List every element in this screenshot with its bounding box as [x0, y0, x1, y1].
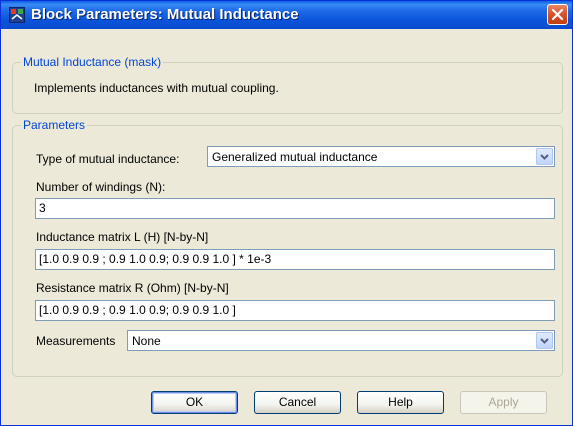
mask-description: Implements inductances with mutual coupl…	[34, 81, 279, 95]
type-of-mutual-inductance-label: Type of mutual inductance:	[36, 152, 180, 166]
resistance-matrix-label: Resistance matrix R (Ohm) [N-by-N]	[36, 281, 229, 295]
type-of-mutual-inductance-select[interactable]: Generalized mutual inductance	[207, 146, 555, 167]
title-bar[interactable]: Block Parameters: Mutual Inductance	[1, 1, 572, 29]
chevron-down-icon	[540, 338, 549, 344]
close-button[interactable]	[547, 4, 568, 25]
apply-button[interactable]: Apply	[460, 391, 547, 414]
measurements-label: Measurements	[36, 334, 116, 348]
parameters-legend: Parameters	[21, 118, 88, 132]
simulink-block-icon	[9, 7, 25, 23]
inductance-matrix-input[interactable]: [1.0 0.9 0.9 ; 0.9 1.0 0.9; 0.9 0.9 1.0 …	[35, 249, 555, 270]
resistance-matrix-input[interactable]: [1.0 0.9 0.9 ; 0.9 1.0 0.9; 0.9 0.9 1.0 …	[35, 300, 555, 321]
ok-button[interactable]: OK	[151, 391, 238, 414]
number-of-windings-input[interactable]: 3	[35, 198, 555, 219]
measurements-select[interactable]: None	[127, 330, 555, 351]
measurements-value: None	[132, 334, 161, 348]
parameters-group: Parameters Type of mutual inductance: Ge…	[12, 118, 563, 377]
chevron-down-icon	[540, 154, 549, 160]
close-icon	[551, 8, 564, 21]
help-button[interactable]: Help	[357, 391, 444, 414]
dialog-title: Block Parameters: Mutual Inductance	[31, 6, 299, 23]
type-of-mutual-inductance-value: Generalized mutual inductance	[212, 150, 378, 164]
mask-legend: Mutual Inductance (mask)	[21, 55, 164, 69]
inductance-matrix-label: Inductance matrix L (H) [N-by-N]	[36, 230, 209, 244]
number-of-windings-label: Number of windings (N):	[36, 180, 166, 194]
measurements-dropdown-button[interactable]	[536, 332, 553, 349]
mask-description-group: Mutual Inductance (mask) Implements indu…	[12, 55, 563, 114]
cancel-button[interactable]: Cancel	[254, 391, 341, 414]
type-dropdown-button[interactable]	[536, 148, 553, 165]
block-parameters-dialog: Block Parameters: Mutual Inductance Mutu…	[0, 0, 573, 426]
